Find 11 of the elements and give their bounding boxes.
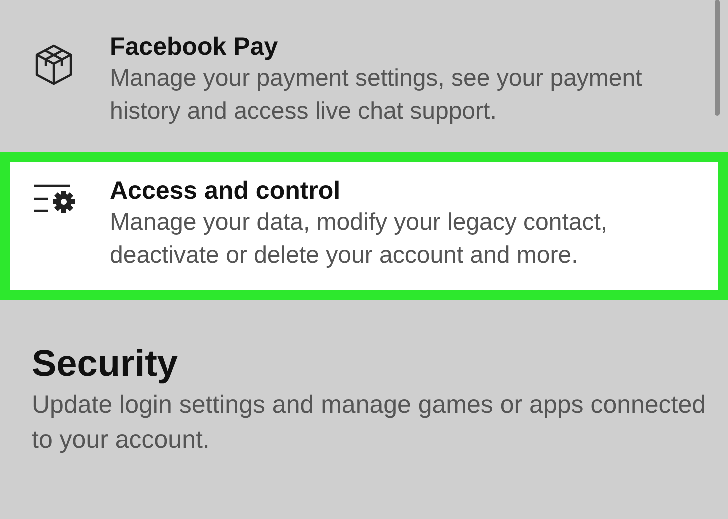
item-title: Access and control bbox=[110, 176, 342, 206]
box-icon bbox=[34, 44, 74, 86]
section-description: Update login settings and manage games or apps connected to your account. bbox=[32, 390, 708, 456]
item-title: Facebook Pay bbox=[110, 32, 280, 62]
section-heading: Security bbox=[32, 342, 180, 386]
highlighted-menu-item[interactable]: Access and control Manage your data, modify your legacy contact, deactivate or delete your account and more. bbox=[0, 152, 728, 300]
settings-icon bbox=[34, 184, 78, 216]
scrollbar[interactable] bbox=[715, 0, 720, 116]
menu-item[interactable]: Facebook Pay Manage your payment settings, see your payment history and access live chat support. bbox=[0, 0, 728, 146]
item-description: Manage your data, modify your legacy contact, deactivate or delete your account and more. bbox=[110, 208, 609, 271]
item-description: Manage your payment settings, see your payment history and access live chat support. bbox=[110, 64, 644, 127]
